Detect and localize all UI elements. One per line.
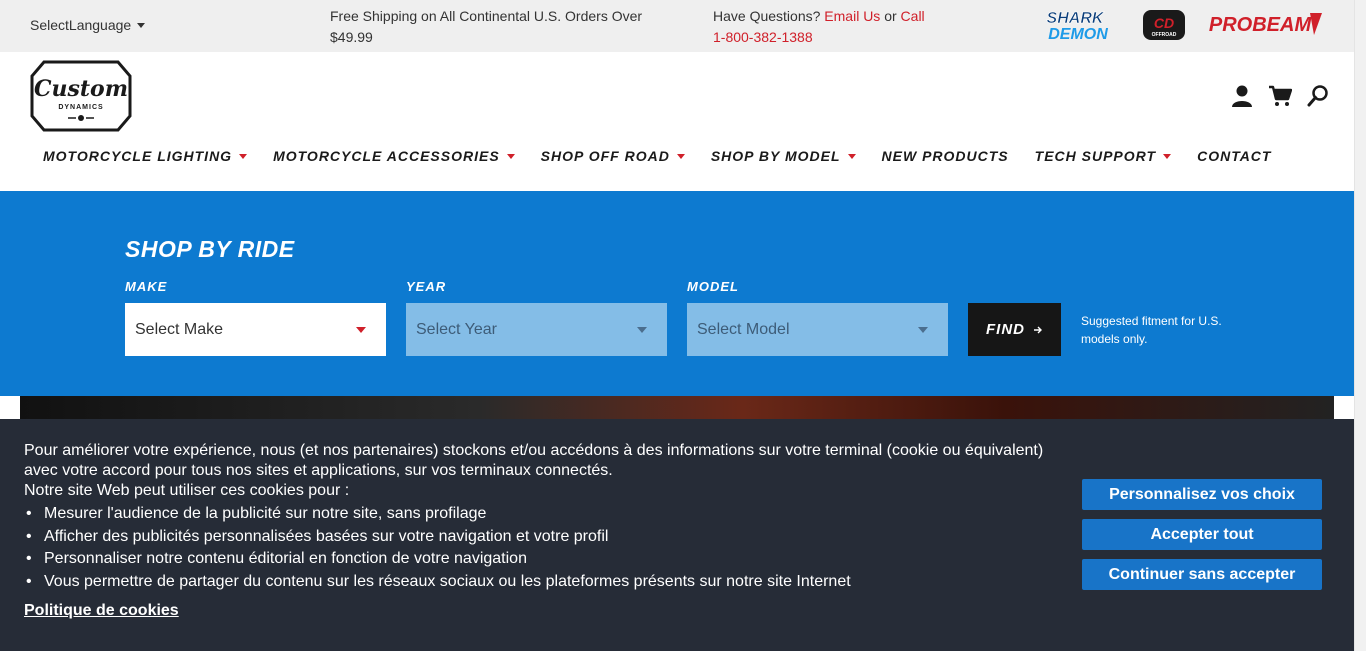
custom-dynamics-logo[interactable]: Custom DYNAMICS bbox=[30, 60, 132, 132]
language-selector[interactable]: SelectLanguage bbox=[30, 17, 146, 33]
chevron-down-icon bbox=[637, 326, 647, 333]
call-link[interactable]: Call bbox=[901, 8, 925, 24]
svg-text:Custom: Custom bbox=[34, 76, 128, 102]
phone-link[interactable]: 1-800-382-1388 bbox=[713, 29, 813, 45]
questions-text: Have Questions? bbox=[713, 8, 821, 24]
cart-icon[interactable] bbox=[1268, 84, 1292, 108]
nav-label: MOTORCYCLE ACCESSORIES bbox=[273, 148, 500, 164]
or-text: or bbox=[884, 8, 897, 24]
year-select-value: Select Year bbox=[416, 320, 497, 338]
nav-new-products[interactable]: NEW PRODUCTS bbox=[882, 148, 1009, 164]
svg-text:PROBEAM: PROBEAM bbox=[1209, 14, 1313, 36]
year-label: YEAR bbox=[406, 279, 447, 294]
cookie-intro-purpose: Notre site Web peut utiliser ces cookies… bbox=[24, 482, 350, 499]
nav-label: CONTACT bbox=[1197, 148, 1272, 164]
customize-choices-button[interactable]: Personnalisez vos choix bbox=[1082, 479, 1322, 510]
make-select-value: Select Make bbox=[135, 320, 224, 338]
chevron-down-icon bbox=[239, 153, 248, 159]
svg-text:CD: CD bbox=[1154, 15, 1174, 31]
model-label: MODEL bbox=[687, 279, 739, 294]
shop-by-ride-title: SHOP BY RIDE bbox=[125, 236, 295, 262]
main-nav: MOTORCYCLE LIGHTING MOTORCYCLE ACCESSORI… bbox=[43, 148, 1271, 164]
cookie-policy-link[interactable]: Politique de cookies bbox=[24, 602, 179, 620]
svg-text:OFFROAD: OFFROAD bbox=[1152, 32, 1177, 38]
svg-text:DYNAMICS: DYNAMICS bbox=[58, 104, 103, 111]
chevron-down-icon bbox=[137, 22, 146, 28]
account-icon[interactable] bbox=[1230, 84, 1254, 108]
svg-text:DEMON: DEMON bbox=[1048, 26, 1108, 42]
nav-shop-off-road[interactable]: SHOP OFF ROAD bbox=[541, 148, 685, 164]
nav-label: SHOP BY MODEL bbox=[710, 148, 841, 164]
cookie-purpose-list: Mesurer l'audience de la publicité sur n… bbox=[24, 503, 1054, 593]
accept-all-button[interactable]: Accepter tout bbox=[1082, 519, 1322, 550]
fitment-note: Suggested fitment for U.S. models only. bbox=[1081, 314, 1222, 346]
list-item: Vous permettre de partager du contenu su… bbox=[24, 571, 1054, 594]
chevron-down-icon bbox=[506, 153, 515, 159]
continue-without-accepting-button[interactable]: Continuer sans accepter bbox=[1082, 559, 1322, 590]
nav-motorcycle-accessories[interactable]: MOTORCYCLE ACCESSORIES bbox=[273, 148, 515, 164]
arrow-right-icon bbox=[1034, 326, 1042, 333]
language-label: SelectLanguage bbox=[30, 17, 132, 33]
find-button[interactable]: FIND bbox=[968, 303, 1061, 356]
list-item: Mesurer l'audience de la publicité sur n… bbox=[24, 503, 1054, 526]
top-bar: SelectLanguage Free Shipping on All Cont… bbox=[0, 0, 1354, 52]
find-label: FIND bbox=[986, 321, 1025, 338]
shark-demon-logo[interactable]: SHARK DEMON bbox=[1024, 8, 1126, 42]
nav-label: SHOP OFF ROAD bbox=[540, 148, 670, 164]
chevron-down-icon bbox=[676, 153, 685, 159]
nav-label: NEW PRODUCTS bbox=[881, 148, 1009, 164]
chevron-down-icon bbox=[847, 153, 856, 159]
header-icons bbox=[1230, 84, 1330, 108]
cookie-text: Pour améliorer votre expérience, nous (e… bbox=[24, 441, 1054, 593]
nav-motorcycle-lighting[interactable]: MOTORCYCLE LIGHTING bbox=[43, 148, 248, 164]
page: SelectLanguage Free Shipping on All Cont… bbox=[0, 0, 1366, 651]
year-select[interactable]: Select Year bbox=[406, 303, 667, 356]
list-item: Afficher des publicités personnalisées b… bbox=[24, 526, 1054, 549]
chevron-down-icon bbox=[918, 326, 928, 333]
svg-text:SHARK: SHARK bbox=[1047, 10, 1105, 27]
nav-contact[interactable]: CONTACT bbox=[1197, 148, 1271, 164]
contact-notice: Have Questions? Email Us or Call 1-800-3… bbox=[713, 6, 973, 48]
chevron-down-icon bbox=[1163, 153, 1172, 159]
cookie-banner: Pour améliorer votre expérience, nous (e… bbox=[0, 419, 1354, 651]
model-select-value: Select Model bbox=[697, 320, 790, 338]
nav-tech-support[interactable]: TECH SUPPORT bbox=[1034, 148, 1172, 164]
search-icon[interactable] bbox=[1306, 84, 1330, 108]
chevron-down-icon bbox=[356, 326, 366, 333]
list-item: Personnaliser notre contenu éditorial en… bbox=[24, 548, 1054, 571]
make-select[interactable]: Select Make bbox=[125, 303, 386, 356]
model-select[interactable]: Select Model bbox=[687, 303, 948, 356]
cd-offroad-logo[interactable]: CD OFFROAD bbox=[1142, 9, 1186, 41]
probeam-logo[interactable]: PROBEAM bbox=[1202, 9, 1324, 41]
email-us-link[interactable]: Email Us bbox=[824, 8, 880, 24]
shop-by-ride-section: SHOP BY RIDE MAKE Select Make YEAR Selec… bbox=[0, 191, 1354, 396]
brand-logos: SHARK DEMON CD OFFROAD PROBEAM bbox=[1024, 8, 1324, 42]
scrollbar[interactable] bbox=[1354, 0, 1366, 651]
cookie-intro: Pour améliorer votre expérience, nous (e… bbox=[24, 442, 1044, 479]
nav-label: MOTORCYCLE LIGHTING bbox=[43, 148, 233, 164]
shipping-notice: Free Shipping on All Continental U.S. Or… bbox=[330, 8, 643, 45]
nav-label: TECH SUPPORT bbox=[1034, 148, 1157, 164]
make-label: MAKE bbox=[125, 279, 168, 294]
site-header: Custom DYNAMICS MOTORCYCLE LIGHTING MOTO… bbox=[0, 52, 1354, 191]
nav-shop-by-model[interactable]: SHOP BY MODEL bbox=[711, 148, 856, 164]
